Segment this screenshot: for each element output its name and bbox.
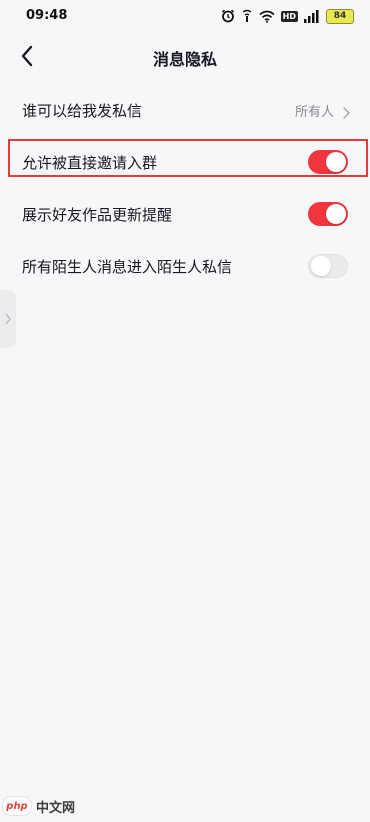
who-can-message-row[interactable]: 谁可以给我发私信 所有人 <box>0 84 370 136</box>
settings-list: 谁可以给我发私信 所有人 允许被直接邀请入群 展示好友作品更新提醒 所有陌生人消… <box>0 84 370 292</box>
toggle-knob <box>311 256 331 276</box>
hd-icon: HD <box>280 10 298 22</box>
toggle-knob <box>326 204 346 224</box>
stranger-messages-row: 所有陌生人消息进入陌生人私信 <box>0 240 370 292</box>
watermark: php 中文网 <box>2 796 75 816</box>
stranger-messages-toggle[interactable] <box>308 254 348 278</box>
cellular-icon <box>304 9 320 23</box>
status-bar: 09:48 HD 84 <box>0 0 370 32</box>
show-friend-updates-toggle[interactable] <box>308 202 348 226</box>
stranger-messages-label: 所有陌生人消息进入陌生人私信 <box>22 257 233 276</box>
wifi-icon <box>259 10 275 23</box>
chevron-right-icon <box>5 310 11 329</box>
show-friend-updates-row: 展示好友作品更新提醒 <box>0 188 370 240</box>
toggle-knob <box>326 152 346 172</box>
alarm-icon <box>221 9 235 23</box>
show-friend-updates-label: 展示好友作品更新提醒 <box>22 205 173 224</box>
title-bar: 消息隐私 <box>0 36 370 80</box>
allow-group-invite-label: 允许被直接邀请入群 <box>22 153 158 172</box>
chevron-right-icon <box>343 104 350 123</box>
battery-icon: 84 <box>326 8 354 24</box>
who-can-message-label: 谁可以给我发私信 <box>22 101 143 120</box>
signal-icon <box>241 9 253 23</box>
status-icons: HD 84 <box>221 8 354 24</box>
edge-handle[interactable] <box>0 290 16 348</box>
allow-group-invite-row: 允许被直接邀请入群 <box>0 136 370 188</box>
php-logo: php <box>2 796 32 816</box>
screen: 09:48 HD 84 消息隐私 谁可以给我发私信 所有人 允许被直接邀请入群 … <box>0 0 370 822</box>
who-can-message-value: 所有人 <box>294 104 334 120</box>
watermark-text: 中文网 <box>36 800 76 816</box>
allow-group-invite-toggle[interactable] <box>308 150 348 174</box>
status-time: 09:48 <box>26 8 68 23</box>
page-title: 消息隐私 <box>152 50 217 69</box>
